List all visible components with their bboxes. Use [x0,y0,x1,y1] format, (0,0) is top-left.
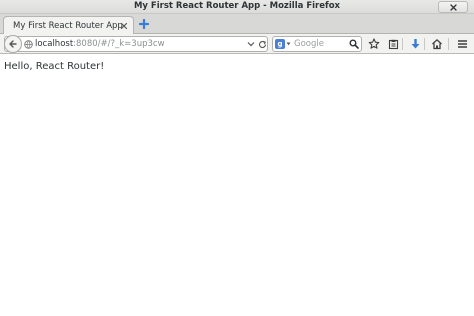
navigation-toolbar: localhost:8080/#/?_k=3up3cw g [0,34,474,54]
url-bar[interactable]: localhost:8080/#/?_k=3up3cw [4,35,268,53]
downloads-icon [411,39,419,49]
engine-chevron-down-icon[interactable] [286,42,291,46]
toolbar-separator [424,38,425,50]
url-path: :8080/#/?_k=3up3cw [73,39,165,49]
search-icon[interactable] [349,39,359,49]
globe-icon[interactable] [24,40,33,49]
page-heading-text: Hello, React Router! [4,61,105,72]
search-input[interactable] [294,38,346,50]
tab-strip: My First React Router App [0,14,474,35]
window-close-button[interactable] [438,1,468,13]
google-engine-icon[interactable]: g [275,39,285,49]
bookmark-star-button[interactable] [367,37,381,51]
search-bar[interactable]: g [272,36,362,52]
toolbar-separator [402,38,403,50]
tab-label: My First React Router App [13,21,123,31]
toolbar-separator [448,38,449,50]
bookmarks-list-button[interactable] [386,37,400,51]
close-icon [449,3,457,11]
window-titlebar: My First React Router App - Mozilla Fire… [0,0,474,14]
tab-close-icon[interactable] [120,22,128,30]
back-button[interactable] [4,35,22,53]
bookmark-star-icon [368,38,380,49]
window-title: My First React Router App - Mozilla Fire… [133,1,341,11]
page-content: Hello, React Router! [0,55,474,316]
url-text[interactable]: localhost:8080/#/?_k=3up3cw [35,39,165,49]
tab-my-first-react-router-app[interactable]: My First React Router App [3,16,134,35]
bookmarks-list-icon [388,39,398,49]
reload-icon[interactable] [258,40,267,49]
new-tab-plus-icon[interactable] [138,18,150,30]
downloads-button[interactable] [408,37,422,51]
home-button[interactable] [430,37,444,51]
chevron-down-icon[interactable] [247,41,255,47]
menu-icon [457,40,467,48]
home-icon [432,39,442,50]
back-arrow-icon [9,40,17,48]
url-host: localhost [35,39,74,49]
menu-button[interactable] [455,37,469,51]
